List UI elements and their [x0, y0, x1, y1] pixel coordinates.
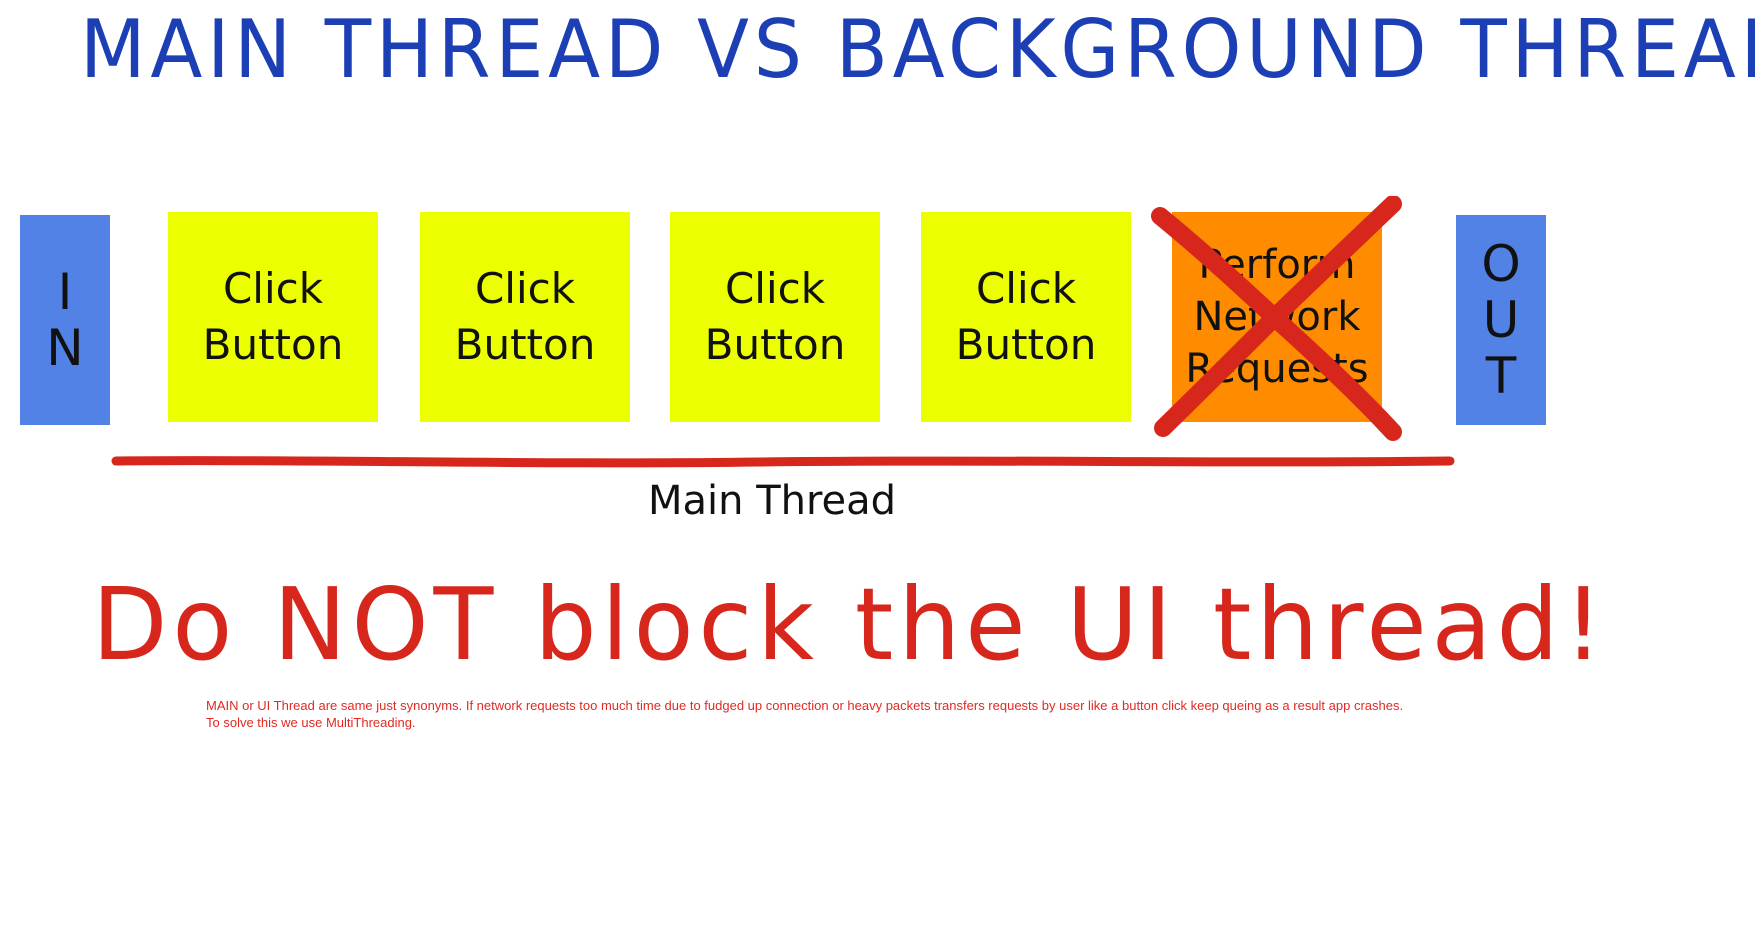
explanation-note: MAIN or UI Thread are same just synonyms… [206, 697, 1466, 731]
task-label: Click Button [955, 264, 1097, 369]
output-label-line: U [1482, 291, 1520, 349]
main-thread-line [111, 456, 1455, 468]
diagram-title: MAIN THREAD VS BACKGROUND THREAD [80, 3, 1755, 96]
main-thread-label: Main Thread [648, 478, 897, 524]
input-box: I N [20, 215, 110, 425]
task-box-click-button: Click Button [420, 212, 630, 422]
output-label-line: T [1485, 347, 1517, 405]
task-label: Click Button [202, 264, 344, 369]
input-label-line: I [57, 263, 73, 321]
task-label: Perform Network Requests [1185, 242, 1369, 392]
note-line: MAIN or UI Thread are same just synonyms… [206, 698, 1404, 713]
task-box-click-button: Click Button [670, 212, 880, 422]
input-label-line: N [46, 319, 84, 377]
warning-message: Do NOT block the UI thread! [92, 566, 1608, 683]
main-thread-stroke [111, 456, 1455, 468]
task-label: Click Button [454, 264, 596, 369]
task-box-click-button: Click Button [921, 212, 1131, 422]
output-box: O U T [1456, 215, 1546, 425]
output-label-line: O [1481, 235, 1521, 293]
task-label: Click Button [704, 264, 846, 369]
task-box-network-request: Perform Network Requests [1172, 212, 1382, 422]
note-line: To solve this we use MultiThreading. [206, 715, 416, 730]
task-box-click-button: Click Button [168, 212, 378, 422]
